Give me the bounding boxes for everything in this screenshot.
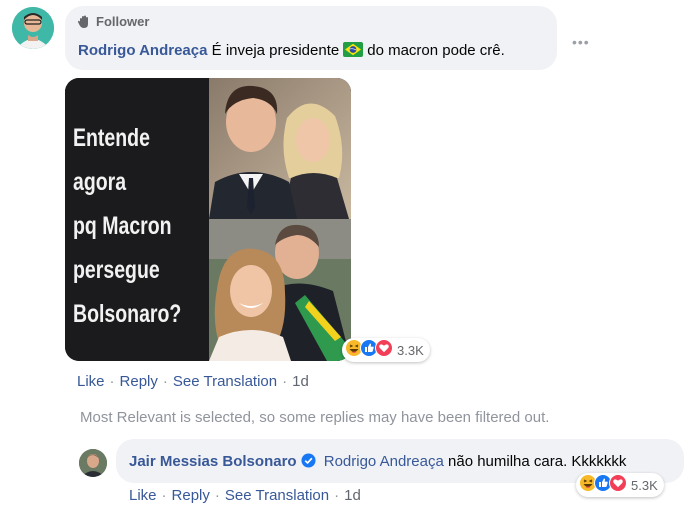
meme-caption: Entende agora pq Macron persegue Bolsona… [73,124,182,328]
reply-actions: Like · Reply · See Translation · 1d [129,487,361,504]
comment-thread: Follower Rodrigo Andreaça É inveja presi… [0,0,691,513]
separator-dot: · [214,487,220,504]
love-reaction-icon [609,473,627,497]
separator-dot: · [109,373,115,390]
reply-reactions[interactable]: 5.3K [576,473,664,497]
commenter-avatar[interactable] [12,7,54,49]
reply-timestamp[interactable]: 1d [344,487,361,504]
comment-actions: Like · Reply · See Translation · 1d [77,373,309,390]
comment-timestamp[interactable]: 1d [292,373,309,390]
comment-reactions[interactable]: 3.3K [342,338,430,362]
reply-reaction-count: 5.3K [631,477,658,493]
separator-dot: · [162,373,168,390]
meme-text-panel: Entende agora pq Macron persegue Bolsona… [65,78,209,361]
reply-body: não humilha cara. Kkkkkkk [448,453,627,470]
separator-dot: · [161,487,167,504]
reply-mention-link[interactable]: Rodrigo Andreaça [324,453,444,470]
brazil-flag-icon [343,42,364,61]
love-reaction-icon [375,338,393,362]
meme-photo-bottom [209,219,351,361]
replies-filter-note: Most Relevant is selected, so some repli… [80,409,550,426]
comment-text-part1: É inveja presidente [211,42,340,59]
meme-photo-top [209,78,351,219]
verified-check-icon [301,453,316,472]
follower-hand-icon [77,15,88,28]
comment-like-button[interactable]: Like [77,373,105,390]
comment-more-options-button[interactable]: ••• [572,34,590,50]
reply-like-button[interactable]: Like [129,487,157,504]
separator-dot: · [334,487,340,504]
comment-attached-image[interactable]: Entende agora pq Macron persegue Bolsona… [65,78,351,361]
comment-see-translation-link[interactable]: See Translation [173,373,277,390]
reply-reply-button[interactable]: Reply [172,487,210,504]
reply-see-translation-link[interactable]: See Translation [225,487,329,504]
comment-text: Rodrigo Andreaça É inveja presidente do m… [78,42,505,61]
follower-badge-label: Follower [96,14,150,29]
reply-author-link[interactable]: Jair Messias Bolsonaro [129,453,297,470]
comment-author-link[interactable]: Rodrigo Andreaça [78,42,207,59]
comment-text-part2: do macron pode crê. [367,42,505,59]
separator-dot: · [282,373,288,390]
reply-author-avatar[interactable] [79,449,107,477]
comment-reply-button[interactable]: Reply [120,373,158,390]
comment-reaction-count: 3.3K [397,342,424,358]
follower-badge: Follower [77,14,149,29]
reply-text: Jair Messias Bolsonaro Rodrigo Andreaça … [129,453,626,472]
